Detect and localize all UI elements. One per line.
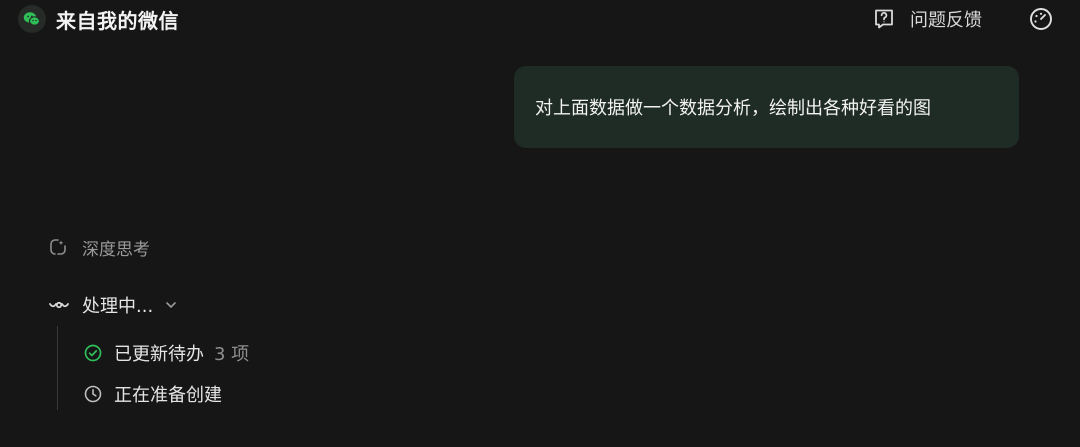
chat-page: 来自我的微信 问题反馈 对上面数据做一个数据分析，绘制出各种好看的图 深度思考 … (0, 0, 1080, 447)
deep-thinking-toggle[interactable]: 深度思考 (48, 235, 150, 260)
step-item-updated-todo: 已更新待办 3 项 (84, 340, 249, 366)
wechat-icon (18, 5, 46, 33)
step-count: 3 项 (214, 344, 250, 365)
feedback-button[interactable]: 问题反馈 (872, 6, 982, 32)
processing-status: 处理中... (82, 296, 154, 317)
deep-thinking-label: 深度思考 (82, 239, 150, 260)
gauge-button[interactable] (1028, 6, 1054, 32)
user-message-text: 对上面数据做一个数据分析，绘制出各种好看的图 (535, 98, 931, 119)
chevron-down-icon (166, 302, 176, 309)
header-actions: 问题反馈 (872, 4, 1054, 34)
clock-icon (84, 385, 102, 403)
check-circle-icon (84, 344, 102, 362)
header-source: 来自我的微信 (18, 5, 179, 33)
wave-icon (49, 301, 69, 309)
feedback-label: 问题反馈 (910, 10, 982, 31)
step-item-preparing: 正在准备创建 (84, 381, 222, 407)
page-title: 来自我的微信 (56, 8, 179, 33)
step-label: 已更新待办 (114, 344, 204, 365)
step-label: 正在准备创建 (114, 385, 222, 406)
steps-connector-line (57, 326, 58, 410)
sparkle-loop-icon (50, 239, 66, 255)
question-box-icon (875, 9, 893, 29)
processing-toggle[interactable]: 处理中... (48, 292, 177, 318)
user-message-bubble: 对上面数据做一个数据分析，绘制出各种好看的图 (514, 66, 1019, 148)
gauge-icon (1030, 8, 1052, 30)
